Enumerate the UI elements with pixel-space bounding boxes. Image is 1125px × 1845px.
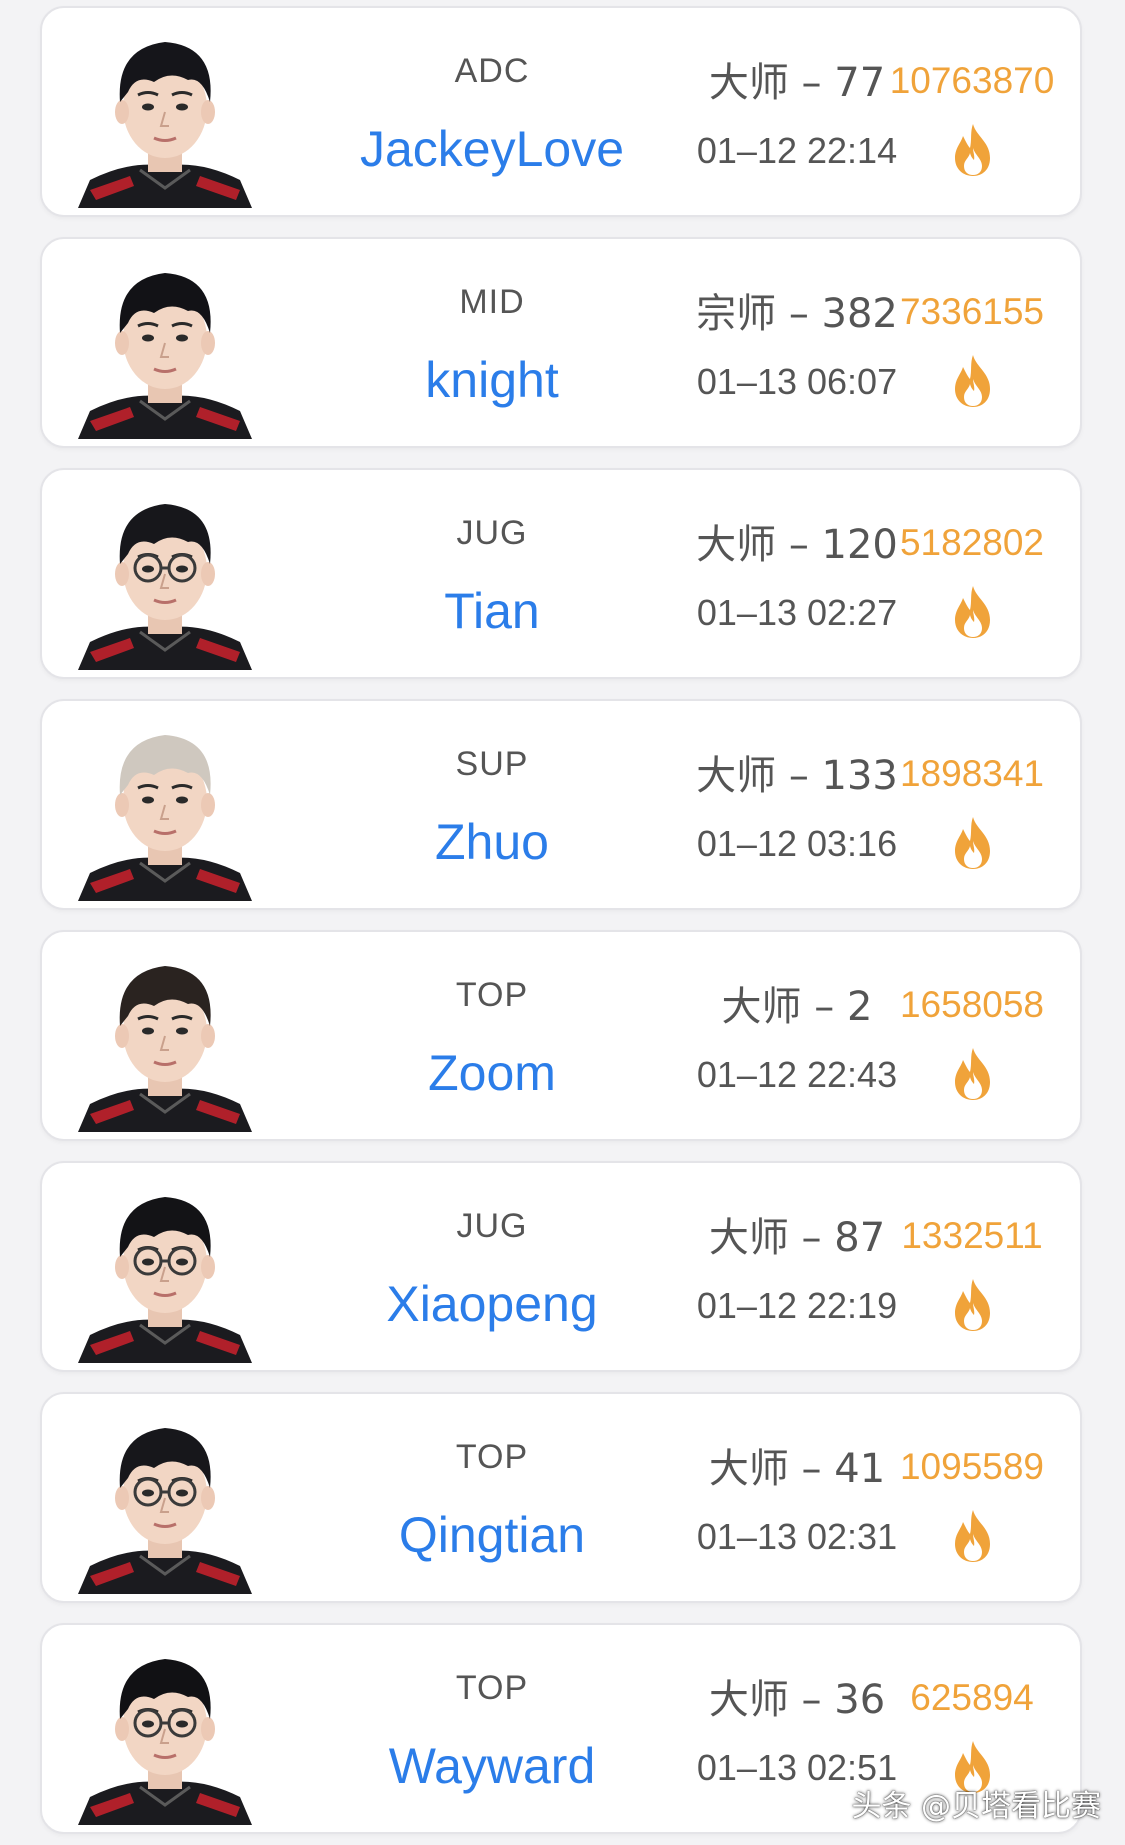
player-heat-value: 10763870 xyxy=(889,60,1055,101)
player-card-tian[interactable]: JUG Tian 大师 – 120 01–13 02:27 5182802 xyxy=(40,468,1082,679)
player-role: ADC xyxy=(454,52,530,90)
player-name[interactable]: Xiaopeng xyxy=(292,1275,692,1333)
player-last-played: 01–12 22:19 xyxy=(696,1285,898,1326)
player-avatar xyxy=(70,1175,260,1363)
player-last-played: 01–12 03:16 xyxy=(696,823,898,864)
player-name[interactable]: Wayward xyxy=(292,1737,692,1795)
player-avatar xyxy=(70,944,260,1132)
player-role: SUP xyxy=(455,745,529,783)
player-card-jackeylove[interactable]: ADC JackeyLove 大师 – 77 01–12 22:14 10763… xyxy=(40,6,1082,217)
fire-icon xyxy=(946,353,1000,409)
player-card-knight[interactable]: MID knight 宗师 – 382 01–13 06:07 7336155 xyxy=(40,237,1082,448)
player-role: TOP xyxy=(455,976,529,1014)
player-name[interactable]: JackeyLove xyxy=(292,120,692,178)
player-name[interactable]: Qingtian xyxy=(292,1506,692,1564)
player-card-xiaopeng[interactable]: JUG Xiaopeng 大师 – 87 01–12 22:19 1332511 xyxy=(40,1161,1082,1372)
fire-icon xyxy=(946,584,1000,640)
watermark: 头条 @贝塔看比赛 xyxy=(851,1789,1101,1824)
player-role: JUG xyxy=(456,1207,528,1245)
player-list: ADC JackeyLove 大师 – 77 01–12 22:14 10763… xyxy=(40,6,1082,1845)
player-role: TOP xyxy=(455,1669,529,1707)
player-card-zhuo[interactable]: SUP Zhuo 大师 – 133 01–12 03:16 1898341 xyxy=(40,699,1082,910)
player-card-zoom[interactable]: TOP Zoom 大师 – 2 01–12 22:43 1658058 xyxy=(40,930,1082,1141)
player-card-qingtian[interactable]: TOP Qingtian 大师 – 41 01–13 02:31 1095589 xyxy=(40,1392,1082,1603)
player-heat-value: 625894 xyxy=(910,1677,1034,1718)
player-name[interactable]: knight xyxy=(292,351,692,409)
player-last-played: 01–13 06:07 xyxy=(696,361,898,402)
fire-icon xyxy=(946,1277,1000,1333)
player-heat-value: 5182802 xyxy=(899,522,1045,563)
player-avatar xyxy=(70,1406,260,1594)
player-avatar xyxy=(70,482,260,670)
player-role: MID xyxy=(459,283,525,321)
player-heat-value: 1332511 xyxy=(901,1215,1043,1256)
player-heat-value: 7336155 xyxy=(899,291,1045,332)
player-last-played: 01–13 02:27 xyxy=(696,592,898,633)
player-last-played: 01–12 22:14 xyxy=(696,130,898,171)
player-last-played: 01–13 02:31 xyxy=(696,1516,898,1557)
player-heat-value: 1095589 xyxy=(899,1446,1045,1487)
fire-icon xyxy=(946,815,1000,871)
player-heat-value: 1658058 xyxy=(899,984,1045,1025)
player-role: TOP xyxy=(455,1438,529,1476)
fire-icon xyxy=(946,122,1000,178)
player-name[interactable]: Tian xyxy=(292,582,692,640)
player-name[interactable]: Zoom xyxy=(292,1044,692,1102)
player-avatar xyxy=(70,713,260,901)
player-avatar xyxy=(70,1637,260,1825)
player-avatar xyxy=(70,251,260,439)
player-avatar xyxy=(70,20,260,208)
fire-icon xyxy=(946,1508,1000,1564)
player-role: JUG xyxy=(456,514,528,552)
fire-icon xyxy=(946,1046,1000,1102)
player-name[interactable]: Zhuo xyxy=(292,813,692,871)
player-last-played: 01–12 22:43 xyxy=(696,1054,898,1095)
player-heat-value: 1898341 xyxy=(899,753,1045,794)
